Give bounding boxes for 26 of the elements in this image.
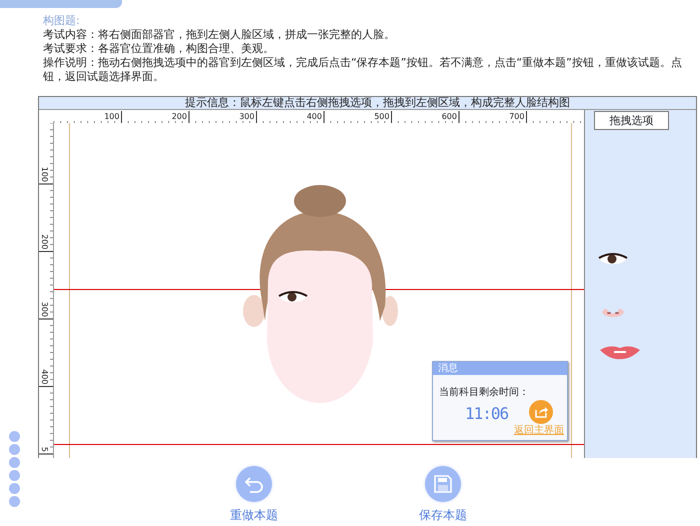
save-button[interactable]: 保存本题 [403,466,483,524]
page-dot[interactable] [9,457,20,468]
page-dot[interactable] [9,444,20,455]
redo-button[interactable]: 重做本题 [214,466,294,524]
hint-bar: 提示信息：鼠标左键点击右侧拖拽选项，拖拽到左侧区域，构成完整人脸结构图 [39,97,696,110]
instruction-text: 考试内容：将右侧面部器官，拖到左侧人脸区域，拼成一张完整的人脸。 [43,28,396,42]
undo-icon [244,475,264,493]
drag-options-button[interactable]: 拖拽选项 [594,111,669,130]
remaining-time-label: 当前科目剩余时间： [439,386,530,400]
page-dot[interactable] [9,483,20,494]
instruction-text: 考试要求：各器官位置准确，构图合理、美观。 [43,42,275,56]
instruction-text: 操作说明：拖动右侧拖拽选项中的器官到左侧区域，完成后点击“保存本题”按钮。若不满意，点击“重做本题”按钮，重做该试题。点 [43,56,683,70]
lips-drawing[interactable] [598,344,642,360]
timer-display: 11:06 [465,403,508,425]
popup-title: 消息 [433,362,567,375]
eye-drawing[interactable] [278,290,308,304]
question-title: 构图题: [43,14,81,28]
top-ruler: 100 200 300 400 500 600 700 [53,111,584,124]
page-dot[interactable] [9,431,20,442]
left-ruler: 100 200 300 400 5 [39,123,53,458]
instruction-text: 钮，返回试题选择界面。 [43,70,165,84]
save-icon [434,475,452,493]
page-dot[interactable] [9,470,20,481]
share-icon[interactable] [529,400,553,424]
eye-drawing[interactable] [598,252,628,266]
page-dot[interactable] [9,496,20,507]
